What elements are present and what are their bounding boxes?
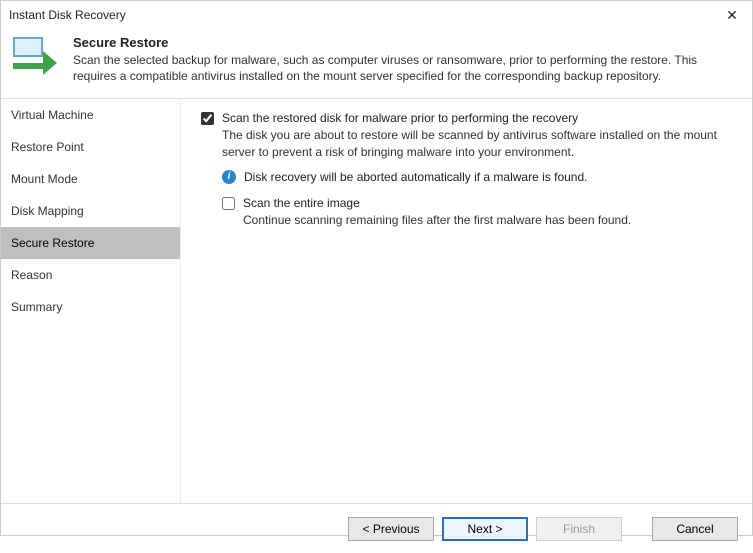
sidebar-item-disk-mapping[interactable]: Disk Mapping [1, 195, 180, 227]
wizard-steps-sidebar: Virtual Machine Restore Point Mount Mode… [1, 99, 181, 503]
scan-disk-label: Scan the restored disk for malware prior… [222, 111, 578, 125]
scan-entire-checkbox[interactable] [222, 197, 235, 210]
window-title: Instant Disk Recovery [9, 8, 126, 22]
close-icon[interactable]: ✕ [720, 7, 744, 24]
wizard-header: Secure Restore Scan the selected backup … [1, 29, 752, 99]
info-note: Disk recovery will be aborted automatica… [244, 170, 587, 184]
sidebar-item-restore-point[interactable]: Restore Point [1, 131, 180, 163]
sidebar-item-summary[interactable]: Summary [1, 291, 180, 323]
scan-disk-checkbox[interactable] [201, 112, 214, 125]
page-description: Scan the selected backup for malware, su… [73, 52, 740, 84]
sidebar-item-reason[interactable]: Reason [1, 259, 180, 291]
previous-button[interactable]: < Previous [348, 517, 434, 541]
scan-entire-label: Scan the entire image [243, 196, 360, 210]
finish-button: Finish [536, 517, 622, 541]
wizard-footer: < Previous Next > Finish Cancel [1, 503, 752, 553]
sidebar-item-mount-mode[interactable]: Mount Mode [1, 163, 180, 195]
scan-disk-description: The disk you are about to restore will b… [222, 127, 730, 159]
secure-restore-icon [13, 37, 59, 77]
info-icon: i [222, 170, 236, 184]
sidebar-item-secure-restore[interactable]: Secure Restore [1, 227, 180, 259]
sidebar-item-virtual-machine[interactable]: Virtual Machine [1, 99, 180, 131]
cancel-button[interactable]: Cancel [652, 517, 738, 541]
next-button[interactable]: Next > [442, 517, 528, 541]
page-title: Secure Restore [73, 35, 740, 50]
content-pane: Scan the restored disk for malware prior… [181, 99, 752, 503]
scan-entire-description: Continue scanning remaining files after … [243, 212, 730, 228]
